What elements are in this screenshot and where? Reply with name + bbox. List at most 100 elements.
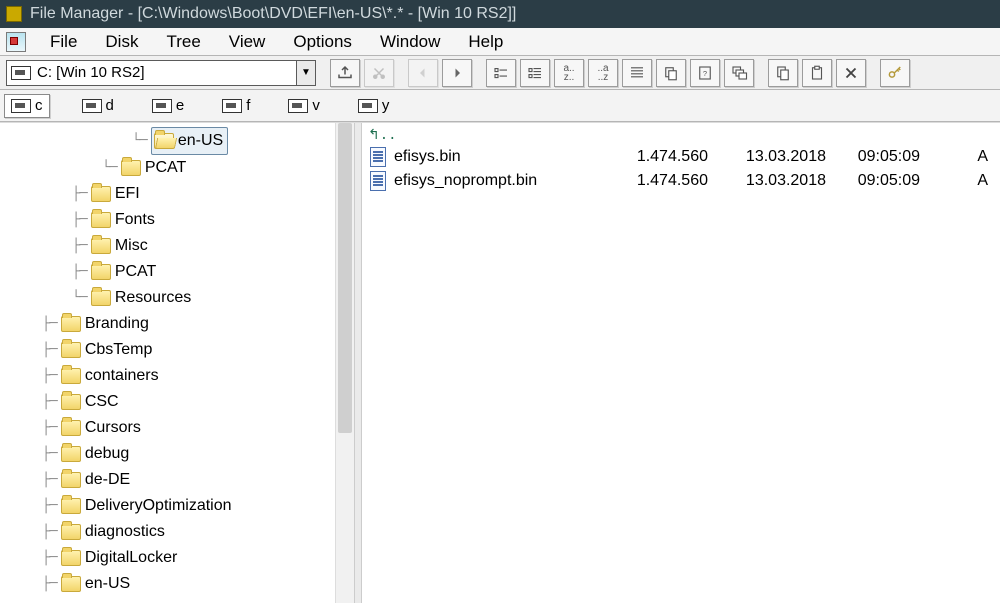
sort-az-button[interactable]: a..z.. (554, 59, 584, 87)
drive-icon (152, 99, 172, 113)
menu-bar: File Disk Tree View Options Window Help (0, 28, 1000, 56)
menu-options[interactable]: Options (281, 30, 364, 54)
drive-combo-label: C: [Win 10 RS2] (37, 64, 145, 81)
file-row[interactable]: efisys_noprompt.bin 1.474.560 13.03.2018… (370, 169, 992, 193)
drive-icon (82, 99, 102, 113)
drive-tabs: c d e f v y (0, 90, 1000, 122)
drive-tab-d[interactable]: d (76, 95, 120, 117)
drive-tab-label: e (176, 97, 184, 114)
forward-button[interactable] (442, 59, 472, 87)
menu-tree[interactable]: Tree (154, 30, 212, 54)
tree-pane: └─ en-US └─ PCAT ├─EFI ├─Fonts ├─Misc ├─… (0, 123, 354, 603)
tree-node-label[interactable]: debug (85, 441, 130, 467)
cut-button (364, 59, 394, 87)
delete-button[interactable] (836, 59, 866, 87)
tree-node-label[interactable]: Cursors (85, 415, 141, 441)
folder-icon (91, 264, 111, 280)
sort-type-button[interactable] (520, 59, 550, 87)
tree-node-label[interactable]: Fonts (115, 207, 155, 233)
menu-view[interactable]: View (217, 30, 278, 54)
tree-node-label[interactable]: DeliveryOptimization (85, 493, 232, 519)
tree-node-label[interactable]: PCAT (115, 259, 156, 285)
tree-node-label[interactable]: CbsTemp (85, 337, 153, 363)
file-icon (370, 171, 386, 191)
drive-combo[interactable]: C: [Win 10 RS2] ▼ (6, 60, 316, 86)
parent-folder-link[interactable]: ↰.. (368, 127, 397, 144)
file-list: efisys.bin 1.474.560 13.03.2018 09:05:09… (362, 123, 1000, 193)
folder-icon (61, 316, 81, 332)
splitter[interactable] (354, 123, 362, 603)
file-attr: A (928, 172, 992, 190)
tree-node-label[interactable]: Branding (85, 311, 149, 337)
folder-tree[interactable]: └─ en-US └─ PCAT ├─EFI ├─Fonts ├─Misc ├─… (0, 123, 354, 601)
paste-icon (808, 64, 826, 82)
tree-selected-folder[interactable]: en-US (151, 127, 228, 155)
drive-tab-v[interactable]: v (282, 95, 326, 117)
menu-window[interactable]: Window (368, 30, 452, 54)
back-button (408, 59, 438, 87)
chevron-down-icon[interactable]: ▼ (296, 61, 315, 85)
drive-tab-label: d (106, 97, 114, 114)
drive-tab-e[interactable]: e (146, 95, 190, 117)
drive-tab-y[interactable]: y (352, 95, 396, 117)
drive-tab-f[interactable]: f (216, 95, 256, 117)
app-mini-icon[interactable] (6, 32, 26, 52)
file-row[interactable]: efisys.bin 1.474.560 13.03.2018 09:05:09… (370, 145, 992, 169)
folder-icon (61, 498, 81, 514)
delete-icon (842, 64, 860, 82)
cascade-button[interactable] (724, 59, 754, 87)
work-area: └─ en-US └─ PCAT ├─EFI ├─Fonts ├─Misc ├─… (0, 122, 1000, 603)
key-button[interactable] (880, 59, 910, 87)
sort-za-icon: ..a..z (597, 64, 608, 82)
menu-disk[interactable]: Disk (93, 30, 150, 54)
cut-icon (370, 64, 388, 82)
copy-x-button[interactable] (656, 59, 686, 87)
drive-icon (222, 99, 242, 113)
file-attr: A (928, 148, 992, 166)
folder-icon (91, 212, 111, 228)
tree-branch: └─ (102, 155, 117, 181)
tree-node-label[interactable]: PCAT (145, 155, 186, 181)
tree-node-label[interactable]: Misc (115, 233, 148, 259)
paste-button[interactable] (802, 59, 832, 87)
title-bar: File Manager - [C:\Windows\Boot\DVD\EFI\… (0, 0, 1000, 28)
tree-node-label[interactable]: DigitalLocker (85, 545, 177, 571)
props-icon: ? (696, 64, 714, 82)
copy-button[interactable] (768, 59, 798, 87)
menu-help[interactable]: Help (456, 30, 515, 54)
folder-icon (61, 342, 81, 358)
share-button[interactable] (330, 59, 360, 87)
tree-scrollbar[interactable] (335, 123, 354, 603)
tree-node-label[interactable]: EFI (115, 181, 140, 207)
sort-az-icon: a..z.. (563, 64, 574, 82)
tree-node-label[interactable]: Resources (115, 285, 191, 311)
sort-name-button[interactable] (486, 59, 516, 87)
drive-icon (358, 99, 378, 113)
folder-icon (91, 290, 111, 306)
props-button[interactable]: ? (690, 59, 720, 87)
tree-node-label[interactable]: de-DE (85, 467, 130, 493)
tree-node-label[interactable]: en-US (85, 571, 130, 597)
file-date: 13.03.2018 (716, 148, 826, 166)
folder-open-icon (154, 133, 174, 149)
menu-file[interactable]: File (38, 30, 89, 54)
drive-tab-c[interactable]: c (4, 94, 50, 118)
scrollbar-thumb[interactable] (338, 123, 352, 433)
forward-icon (448, 64, 466, 82)
tree-node-label: en-US (178, 128, 223, 154)
sort-za-button[interactable]: ..a..z (588, 59, 618, 87)
file-time: 09:05:09 (834, 148, 920, 166)
tree-node-label[interactable]: containers (85, 363, 159, 389)
folder-icon (61, 472, 81, 488)
details-button[interactable] (622, 59, 652, 87)
svg-text:?: ? (703, 69, 707, 78)
file-icon (370, 147, 386, 167)
tree-node-label[interactable]: diagnostics (85, 519, 165, 545)
sort-name-icon (492, 64, 510, 82)
back-icon (414, 64, 432, 82)
folder-icon (61, 394, 81, 410)
tree-node-label[interactable]: CSC (85, 389, 119, 415)
file-date: 13.03.2018 (716, 172, 826, 190)
drive-icon (11, 66, 31, 80)
file-name: efisys.bin (394, 148, 604, 166)
